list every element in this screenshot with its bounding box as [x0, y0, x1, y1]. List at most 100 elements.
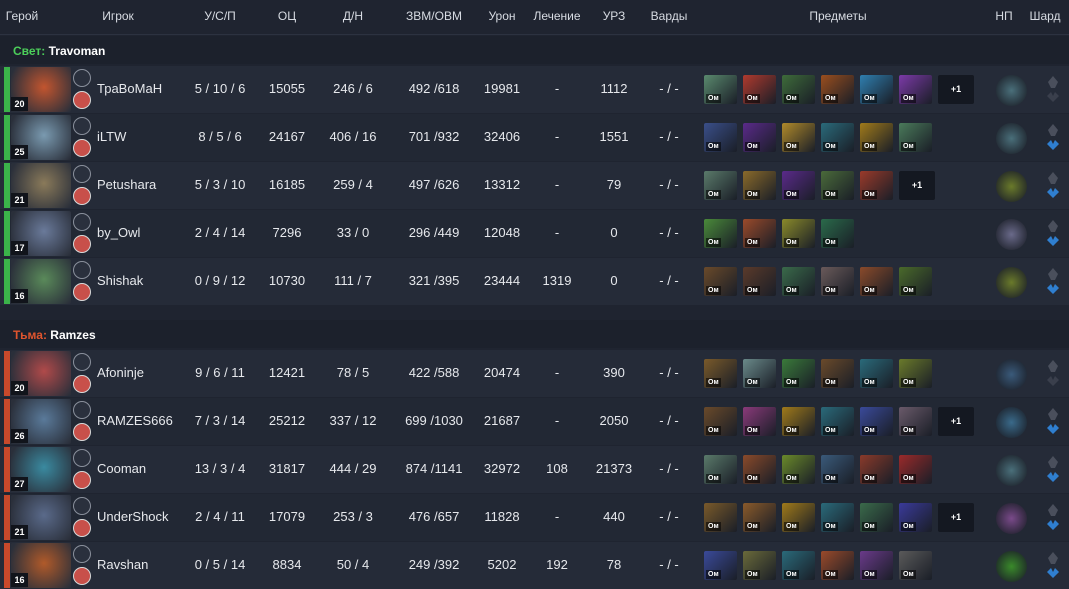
item-icon[interactable]: Ом — [743, 359, 776, 388]
player-row[interactable]: 16 Ravshan 0 / 5 / 14 8834 50 / 4 249 /392 520… — [0, 542, 1069, 589]
talent-icon[interactable] — [73, 375, 91, 393]
item-icon[interactable]: Ом — [782, 503, 815, 532]
item-icon[interactable]: Ом — [860, 455, 893, 484]
item-icon[interactable]: Ом — [860, 359, 893, 388]
item-icon[interactable]: Ом — [821, 407, 854, 436]
item-icon[interactable]: Ом — [782, 75, 815, 104]
talent-icon[interactable] — [73, 519, 91, 537]
talent-icon[interactable] — [73, 423, 91, 441]
col-networth[interactable]: ОЦ — [278, 9, 296, 23]
item-icon[interactable]: Ом — [704, 75, 737, 104]
col-np[interactable]: НП — [995, 9, 1012, 23]
player-name[interactable]: Ravshan — [97, 557, 148, 572]
col-tower[interactable]: УРЗ — [603, 9, 626, 23]
item-icon[interactable]: Ом — [899, 455, 932, 484]
item-icon[interactable]: Ом — [860, 503, 893, 532]
item-icon[interactable]: Ом — [782, 219, 815, 248]
player-row[interactable]: 21 Petushara 5 / 3 / 10 16185 259 / 4 497 /62… — [0, 162, 1069, 209]
item-icon[interactable]: Ом — [821, 551, 854, 580]
neutral-item-icon[interactable] — [996, 407, 1027, 438]
player-row[interactable]: 20 ТраВоМаН 5 / 10 / 6 15055 246 / 6 492 /618… — [0, 66, 1069, 113]
extra-items-button[interactable]: +1 — [899, 171, 935, 200]
item-icon[interactable]: Ом — [821, 171, 854, 200]
extra-items-button[interactable]: +1 — [938, 503, 974, 532]
player-row[interactable]: 16 Shishak 0 / 9 / 12 10730 111 / 7 321 /395 2… — [0, 258, 1069, 305]
item-icon[interactable]: Ом — [782, 171, 815, 200]
item-icon[interactable]: Ом — [782, 551, 815, 580]
item-icon[interactable]: Ом — [899, 123, 932, 152]
col-heal[interactable]: Лечение — [533, 9, 580, 23]
item-icon[interactable]: Ом — [821, 267, 854, 296]
talent-icon[interactable] — [73, 471, 91, 489]
player-name[interactable]: ТраВоМаН — [97, 81, 162, 96]
item-icon[interactable]: Ом — [782, 267, 815, 296]
player-name[interactable]: RAMZES666 — [97, 413, 173, 428]
item-icon[interactable]: Ом — [704, 551, 737, 580]
player-name[interactable]: Cooman — [97, 461, 146, 476]
neutral-item-icon[interactable] — [996, 551, 1027, 582]
talent-icon[interactable] — [73, 235, 91, 253]
facet-icon[interactable] — [73, 449, 91, 467]
facet-icon[interactable] — [73, 545, 91, 563]
item-icon[interactable]: Ом — [821, 219, 854, 248]
item-icon[interactable]: Ом — [860, 123, 893, 152]
facet-icon[interactable] — [73, 401, 91, 419]
item-icon[interactable]: Ом — [743, 551, 776, 580]
item-icon[interactable]: Ом — [860, 551, 893, 580]
extra-items-button[interactable]: +1 — [938, 75, 974, 104]
item-icon[interactable]: Ом — [860, 171, 893, 200]
talent-icon[interactable] — [73, 187, 91, 205]
item-icon[interactable]: Ом — [743, 219, 776, 248]
neutral-item-icon[interactable] — [996, 267, 1027, 298]
item-icon[interactable]: Ом — [860, 407, 893, 436]
item-icon[interactable]: Ом — [743, 171, 776, 200]
item-icon[interactable]: Ом — [821, 503, 854, 532]
player-row[interactable]: 20 Afoninje 9 / 6 / 11 12421 78 / 5 422 /588 2… — [0, 350, 1069, 397]
item-icon[interactable]: Ом — [821, 123, 854, 152]
col-lh-dn[interactable]: Д/Н — [343, 9, 363, 23]
item-icon[interactable]: Ом — [743, 75, 776, 104]
item-icon[interactable]: Ом — [821, 359, 854, 388]
item-icon[interactable]: Ом — [821, 75, 854, 104]
item-icon[interactable]: Ом — [860, 267, 893, 296]
player-name[interactable]: Shishak — [97, 273, 143, 288]
neutral-item-icon[interactable] — [996, 503, 1027, 534]
item-icon[interactable]: Ом — [782, 123, 815, 152]
item-icon[interactable]: Ом — [704, 267, 737, 296]
facet-icon[interactable] — [73, 213, 91, 231]
item-icon[interactable]: Ом — [704, 219, 737, 248]
item-icon[interactable]: Ом — [743, 267, 776, 296]
player-name[interactable]: iLTW — [97, 129, 126, 144]
col-wards[interactable]: Варды — [651, 9, 688, 23]
player-name[interactable]: UnderShock — [97, 509, 169, 524]
item-icon[interactable]: Ом — [782, 407, 815, 436]
player-name[interactable]: by_Owl — [97, 225, 140, 240]
neutral-item-icon[interactable] — [996, 219, 1027, 250]
player-name[interactable]: Petushara — [97, 177, 156, 192]
facet-icon[interactable] — [73, 261, 91, 279]
item-icon[interactable]: Ом — [899, 267, 932, 296]
item-icon[interactable]: Ом — [743, 407, 776, 436]
item-icon[interactable]: Ом — [704, 359, 737, 388]
item-icon[interactable]: Ом — [860, 75, 893, 104]
item-icon[interactable]: Ом — [704, 503, 737, 532]
neutral-item-icon[interactable] — [996, 359, 1027, 390]
facet-icon[interactable] — [73, 165, 91, 183]
col-hero[interactable]: Герой — [6, 9, 38, 23]
neutral-item-icon[interactable] — [996, 75, 1027, 106]
player-row[interactable]: 27 Cooman 13 / 3 / 4 31817 444 / 29 874 /1141… — [0, 446, 1069, 493]
col-shard[interactable]: Шард — [1029, 9, 1060, 23]
item-icon[interactable]: Ом — [782, 359, 815, 388]
item-icon[interactable]: Ом — [704, 171, 737, 200]
neutral-item-icon[interactable] — [996, 171, 1027, 202]
item-icon[interactable]: Ом — [782, 455, 815, 484]
facet-icon[interactable] — [73, 69, 91, 87]
extra-items-button[interactable]: +1 — [938, 407, 974, 436]
player-row[interactable]: 21 UnderShock 2 / 4 / 11 17079 253 / 3 476 /6… — [0, 494, 1069, 541]
talent-icon[interactable] — [73, 139, 91, 157]
item-icon[interactable]: Ом — [899, 551, 932, 580]
col-damage[interactable]: Урон — [488, 9, 515, 23]
facet-icon[interactable] — [73, 353, 91, 371]
item-icon[interactable]: Ом — [743, 123, 776, 152]
item-icon[interactable]: Ом — [743, 503, 776, 532]
